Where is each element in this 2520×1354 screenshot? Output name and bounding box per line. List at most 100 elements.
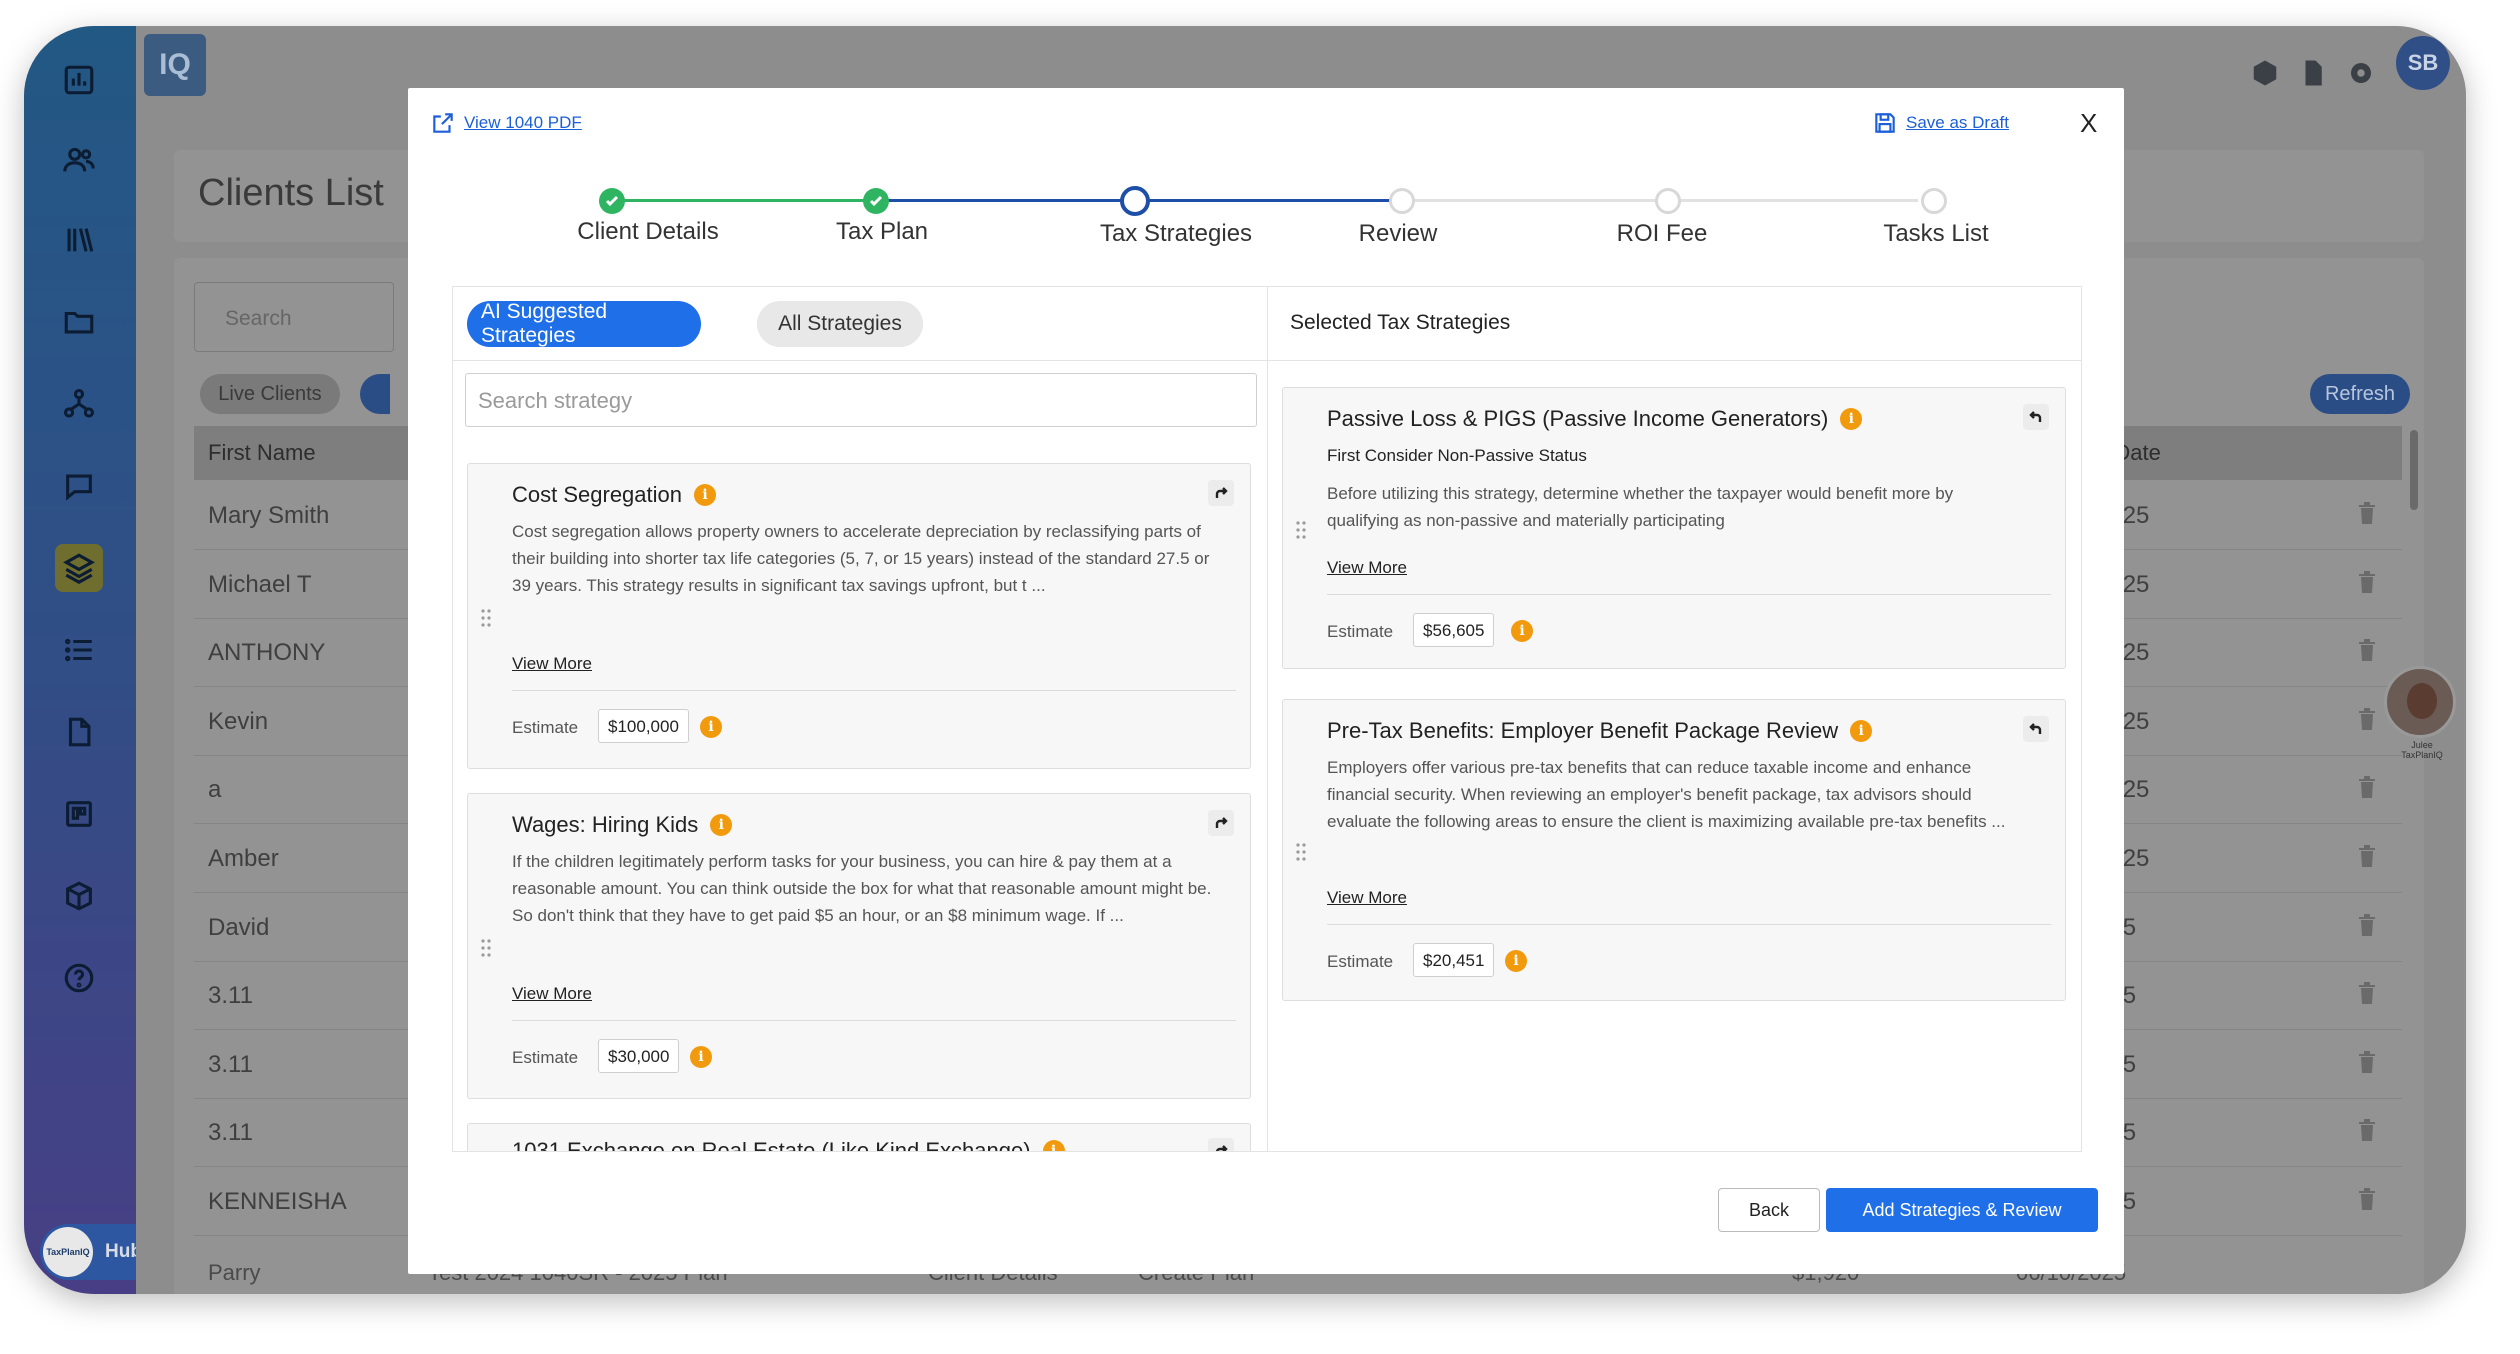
strategy-card[interactable]: 1031 Exchange on Real Estate (Like Kind …	[467, 1123, 1251, 1151]
trash-icon[interactable]	[2358, 1050, 2376, 1073]
add-strategies-review-button[interactable]: Add Strategies & Review	[1826, 1188, 2098, 1232]
strategy-search-input[interactable]: Search strategy	[465, 373, 1257, 427]
estimate-label: Estimate	[512, 718, 579, 737]
estimate-info-icon[interactable]: i	[1505, 950, 1527, 972]
strategy-description: Before utilizing this strategy, determin…	[1327, 484, 1954, 530]
save-draft-link[interactable]: Save as Draft	[1872, 110, 2009, 136]
trash-icon[interactable]	[2358, 982, 2376, 1005]
selected-strategy-card[interactable]: Passive Loss & PIGS (Passive Income Gene…	[1282, 387, 2066, 669]
remove-strategy-icon[interactable]	[2023, 404, 2049, 430]
view-more-link[interactable]: View More	[512, 654, 592, 674]
drag-handle-icon[interactable]	[1295, 842, 1307, 862]
drag-handle-icon[interactable]	[480, 938, 492, 958]
back-button[interactable]: Back	[1718, 1188, 1820, 1232]
check-icon	[869, 195, 883, 207]
box-icon[interactable]	[55, 872, 103, 920]
estimate-info-icon[interactable]: i	[1511, 620, 1533, 642]
users-icon[interactable]	[55, 136, 103, 184]
tab-live-clients[interactable]: Live Clients	[200, 374, 340, 414]
app-logo: IQ	[144, 34, 206, 96]
step-label-roi-fee[interactable]: ROI Fee	[1617, 220, 1708, 248]
refresh-button[interactable]: Refresh	[2310, 374, 2410, 414]
close-button[interactable]: X	[2080, 108, 2097, 139]
estimate-label: Estimate	[1327, 622, 1394, 641]
strategy-title: Pre-Tax Benefits: Employer Benefit Packa…	[1327, 718, 1873, 744]
tab-all-strategies[interactable]: All Strategies	[757, 301, 923, 347]
trash-icon[interactable]	[2358, 502, 2376, 524]
strategy-card[interactable]: Wages: Hiring Kids i If the children legi…	[467, 793, 1251, 1099]
step-tasks-list-dot[interactable]	[1921, 188, 1947, 214]
trash-icon[interactable]	[2358, 570, 2376, 593]
drag-handle-icon[interactable]	[1295, 520, 1307, 540]
bar-chart-icon[interactable]	[55, 56, 103, 104]
cube-icon[interactable]	[2250, 58, 2280, 88]
add-strategy-icon[interactable]	[1208, 810, 1234, 836]
trash-icon[interactable]	[2358, 776, 2376, 799]
selected-strategies-panel: Selected Tax Strategies Passive Loss & P…	[1267, 286, 2082, 1152]
drag-handle-icon[interactable]	[480, 608, 492, 628]
trash-icon[interactable]	[2358, 707, 2376, 730]
info-icon[interactable]: i	[710, 814, 733, 836]
trash-icon[interactable]	[2358, 845, 2376, 867]
strategy-subtitle: First Consider Non-Passive Status	[1327, 446, 1587, 465]
layers-icon[interactable]	[55, 544, 103, 592]
view-more-link[interactable]: View More	[1327, 888, 1407, 908]
list-icon[interactable]	[55, 626, 103, 674]
gear-icon[interactable]	[2346, 58, 2376, 88]
folder-icon[interactable]	[55, 298, 103, 346]
board-icon[interactable]	[55, 790, 103, 838]
add-strategy-icon[interactable]	[1208, 480, 1234, 506]
remove-strategy-icon[interactable]	[2023, 716, 2049, 742]
network-icon[interactable]	[55, 380, 103, 428]
step-label-tax-strategies[interactable]: Tax Strategies	[1100, 220, 1252, 248]
view-more-link[interactable]: View More	[512, 984, 592, 1004]
trash-icon[interactable]	[2358, 639, 2376, 662]
step-roi-fee-dot[interactable]	[1655, 188, 1681, 214]
info-icon[interactable]: i	[1840, 408, 1863, 430]
save-icon	[1875, 113, 1895, 133]
step-review-dot[interactable]	[1389, 188, 1415, 214]
column-first-name[interactable]: First Name	[208, 440, 316, 466]
step-client-details-dot[interactable]	[599, 188, 625, 214]
step-label-client-details[interactable]: Client Details	[577, 218, 718, 246]
estimate-info-icon[interactable]: i	[700, 716, 722, 738]
cell-first-name: 3.11	[208, 1050, 253, 1078]
step-label-review[interactable]: Review	[1359, 220, 1438, 248]
trash-icon[interactable]	[2358, 1188, 2376, 1210]
step-label-tasks-list[interactable]: Tasks List	[1883, 220, 1988, 248]
step-label-tax-plan[interactable]: Tax Plan	[836, 218, 928, 246]
cell-first-name: Kevin	[208, 707, 269, 735]
info-icon[interactable]: i	[1850, 720, 1873, 742]
trash-icon[interactable]	[2358, 913, 2376, 936]
step-tax-strategies-dot[interactable]	[1120, 186, 1150, 216]
cell-first-name: ANTHONY	[208, 639, 326, 667]
cell-first-name: KENNEISHA	[208, 1188, 347, 1215]
info-icon[interactable]: i	[1042, 1140, 1065, 1151]
add-strategy-icon[interactable]	[1208, 1138, 1234, 1151]
strategy-card[interactable]: Cost Segregation i Cost segregation allow…	[467, 463, 1251, 769]
file-icon[interactable]	[2298, 58, 2328, 88]
selected-strategy-card[interactable]: Pre-Tax Benefits: Employer Benefit Packa…	[1282, 699, 2066, 1001]
table-scrollbar[interactable]	[2410, 430, 2418, 510]
trash-icon[interactable]	[2358, 1119, 2376, 1142]
library-icon[interactable]	[55, 216, 103, 264]
document-icon[interactable]	[55, 708, 103, 756]
tab-ai-suggested[interactable]: AI Suggested Strategies	[467, 300, 701, 347]
user-avatar[interactable]: SB	[2396, 36, 2450, 90]
help-icon[interactable]	[55, 954, 103, 1002]
clients-search-input[interactable]: Search	[194, 282, 394, 352]
view-more-link[interactable]: View More	[1327, 558, 1407, 578]
view-pdf-label: View 1040 PDF	[464, 113, 582, 132]
strategy-title: Wages: Hiring Kids i	[512, 812, 733, 838]
step-tax-plan-dot[interactable]	[863, 188, 889, 214]
estimate-value: $30,000	[598, 1039, 680, 1073]
view-pdf-link[interactable]: View 1040 PDF	[430, 110, 582, 136]
strategy-title: Cost Segregation i	[512, 482, 716, 508]
card-divider	[1327, 924, 2051, 925]
external-link-icon	[433, 113, 453, 133]
chat-icon[interactable]	[55, 462, 103, 510]
tax-strategies-modal: View 1040 PDF Save as Draft X Client Det…	[408, 88, 2124, 1274]
estimate-info-icon[interactable]: i	[690, 1046, 712, 1068]
coach-avatar[interactable]	[2384, 666, 2456, 738]
info-icon[interactable]: i	[694, 484, 716, 506]
